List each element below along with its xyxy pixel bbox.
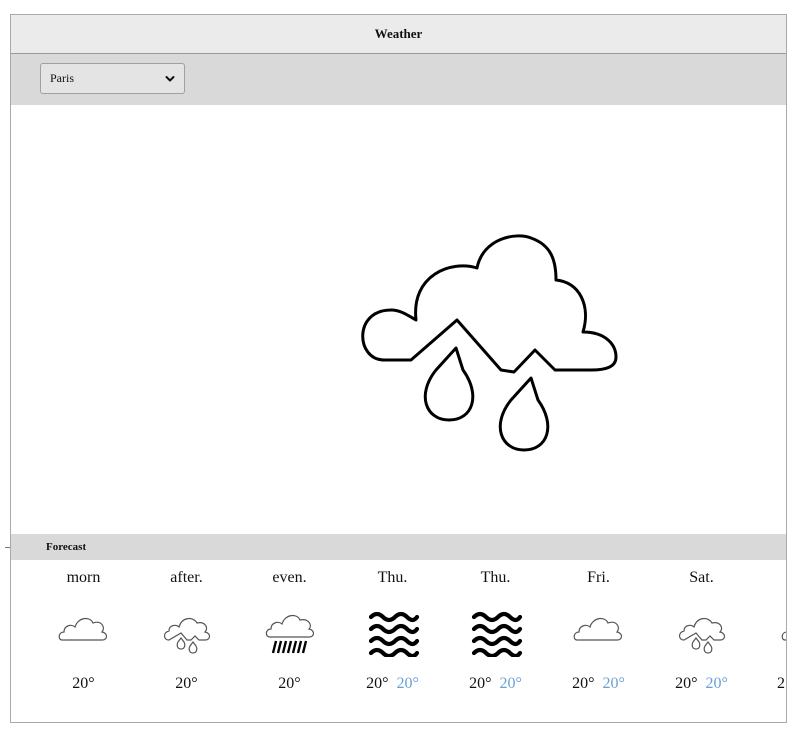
waves-icon	[471, 611, 522, 657]
temp-low: 20°	[278, 675, 301, 692]
city-select-value: Paris	[50, 71, 74, 85]
forecast-item: Thu. 20° 20°	[341, 561, 444, 721]
forecast-header: Forecast	[11, 534, 786, 560]
forecast-temps: 20°	[32, 675, 135, 693]
temp-low: 20°	[675, 675, 698, 692]
temp-high: 20°	[602, 675, 625, 692]
temp-low: 20°	[175, 675, 198, 692]
forecast-item: after. 20°	[135, 561, 238, 721]
cloud-storm-rain-icon	[678, 617, 725, 654]
temp-low: 20°	[572, 675, 595, 692]
forecast-label: Thu.	[377, 569, 408, 586]
forecast-label: Fri.	[587, 569, 610, 586]
temp-high: 20°	[396, 675, 419, 692]
waves-icon	[368, 611, 419, 657]
forecast-item: morn 20°	[32, 561, 135, 721]
weather-window: Weather Paris Forecast morn 20° after. 2…	[10, 14, 787, 723]
forecast-label: morn	[66, 569, 101, 586]
forecast-row: morn 20° after. 20° even. 20° Thu. 20° 2…	[11, 561, 786, 721]
forecast-temps: 20° 20°	[547, 675, 650, 693]
temp-high: 20°	[499, 675, 522, 692]
forecast-label: Sat.	[689, 569, 714, 586]
forecast-temps: 20°	[135, 675, 238, 693]
forecast-temps: 2	[777, 675, 785, 693]
toolbar: Paris	[11, 54, 786, 105]
forecast-item: Sat. 20° 20°	[650, 561, 753, 721]
forecast-item: Thu. 20° 20°	[444, 561, 547, 721]
temp-low: 20°	[469, 675, 492, 692]
forecast-label: Thu.	[480, 569, 511, 586]
cloud-icon	[781, 631, 786, 641]
forecast-temps: 20° 20°	[650, 675, 753, 693]
chevron-down-icon	[165, 76, 175, 82]
city-select[interactable]: Paris	[40, 63, 185, 94]
cloud-storm-rain-icon	[163, 617, 210, 654]
forecast-item: Fri. 20° 20°	[547, 561, 650, 721]
cloud-icon	[58, 617, 107, 641]
cloud-storm-rain-icon	[361, 234, 618, 452]
forecast-temps: 20° 20°	[444, 675, 547, 693]
window-title: Weather	[11, 15, 786, 54]
temp-low: 2	[777, 675, 785, 692]
forecast-label: after.	[170, 569, 203, 586]
temp-low: 20°	[72, 675, 95, 692]
forecast-item: even. 20°	[238, 561, 341, 721]
cloud-icon	[573, 617, 622, 641]
temp-high: 20°	[705, 675, 728, 692]
forecast-temps: 20°	[238, 675, 341, 693]
forecast-item: 2	[753, 561, 786, 721]
forecast-label: even.	[272, 569, 307, 586]
forecast-temps: 20° 20°	[341, 675, 444, 693]
temp-low: 20°	[366, 675, 389, 692]
cloud-heavy-rain-icon	[265, 614, 314, 654]
